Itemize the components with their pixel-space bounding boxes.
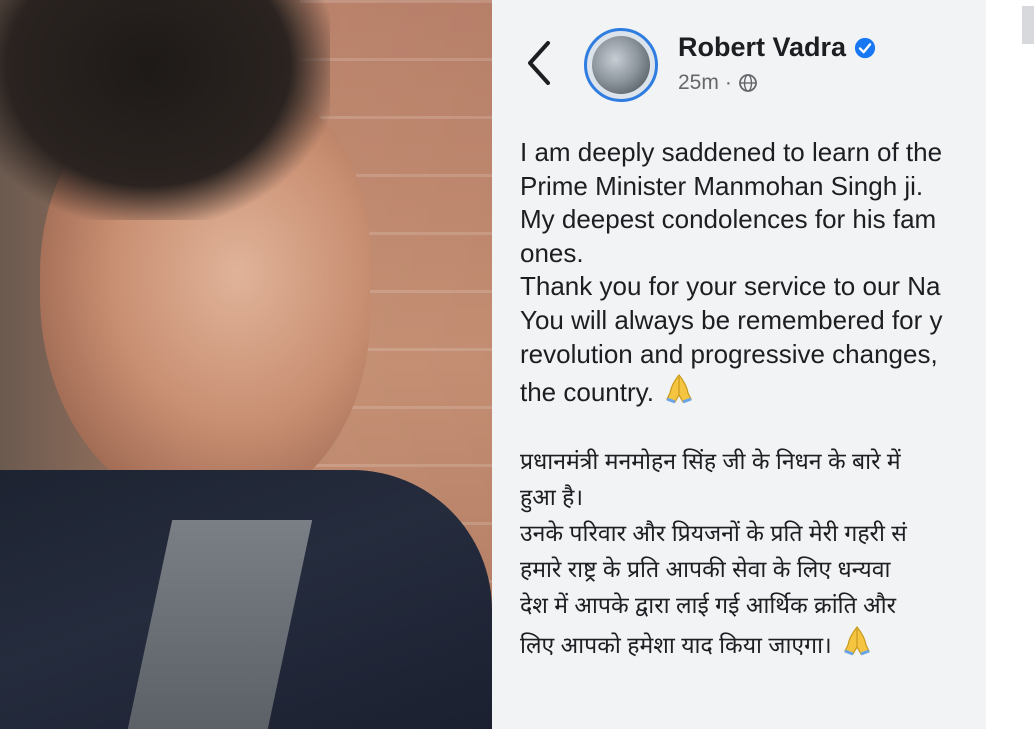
post-line-hi: देश में आपके द्वारा लाई गई आर्थिक क्रांत… [520, 592, 897, 618]
avatar[interactable] [584, 28, 658, 102]
post-line: Prime Minister Manmohan Singh ji. [520, 170, 924, 201]
post-line-text: लिए आपको हमेशा याद किया जाएगा। [520, 632, 832, 658]
post-line: Thank you for your service to our Na [520, 271, 941, 302]
back-button[interactable] [524, 38, 554, 88]
post-line-hi: प्रधानमंत्री मनमोहन सिंह जी के निधन के ब… [520, 448, 901, 474]
post-line: You will always be remembered for y [520, 304, 943, 335]
post-line-last: the country. [520, 371, 942, 408]
social-post-screenshot: Robert Vadra 25m · I am deeply saddened … [492, 0, 986, 729]
verified-badge-icon [854, 37, 876, 58]
post-text-english: I am deeply saddened to learn of the Pri… [520, 136, 943, 408]
post-line: I am deeply saddened to learn of the [520, 137, 943, 167]
chevron-left-icon [528, 41, 550, 85]
globe-icon [738, 74, 757, 92]
folded-hands-icon [843, 626, 870, 656]
post-line-hi: उनके परिवार और प्रियजनों के प्रति मेरी ग… [520, 520, 907, 546]
post-line-text: the country. [520, 377, 654, 408]
post-line: ones. [520, 237, 584, 268]
post-line: My deepest condolences for his fam [520, 204, 937, 235]
post-time[interactable]: 25m [678, 71, 719, 95]
author-name-row: Robert Vadra [678, 32, 876, 63]
author-name[interactable]: Robert Vadra [678, 32, 846, 63]
post-line-hi: हुआ है। [520, 484, 584, 510]
right-edge-strip [986, 0, 1034, 729]
post-text-hindi: प्रधानमंत्री मनमोहन सिंह जी के निधन के ब… [520, 443, 907, 659]
person-photo [0, 0, 492, 729]
post-meta: 25m · [678, 71, 758, 95]
post-line-hi-last: लिए आपको हमेशा याद किया जाएगा। [520, 623, 907, 659]
post-line-hi: हमारे राष्ट्र के प्रति आपकी सेवा के लिए … [520, 556, 891, 582]
folded-hands-icon [666, 374, 692, 404]
avatar-image [592, 36, 650, 94]
hair [0, 0, 330, 220]
meta-separator: · [724, 71, 732, 94]
post-line: revolution and progressive changes, [520, 338, 938, 369]
scrollbar[interactable] [1022, 6, 1034, 44]
